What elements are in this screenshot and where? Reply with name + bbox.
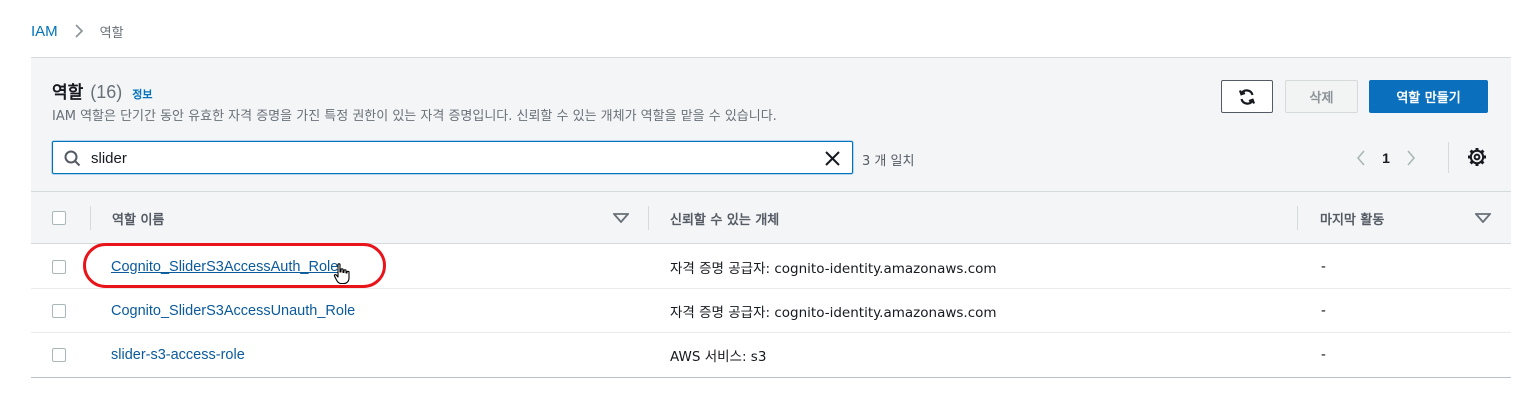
refresh-button[interactable]	[1221, 80, 1273, 113]
delete-button[interactable]: 삭제	[1285, 80, 1358, 113]
info-link[interactable]: 정보	[132, 86, 152, 102]
close-icon[interactable]	[824, 150, 841, 167]
divider	[90, 206, 91, 230]
row-checkbox[interactable]	[52, 348, 66, 362]
breadcrumb-iam-link[interactable]: IAM	[31, 23, 58, 40]
column-header-last-activity[interactable]: 마지막 활동	[1320, 192, 1384, 244]
match-count: 3 개 일치	[862, 154, 915, 169]
page-title: 역할	[52, 83, 84, 103]
refresh-icon	[1238, 88, 1256, 105]
chevron-right-icon[interactable]	[1403, 148, 1419, 168]
column-header-role-name[interactable]: 역할 이름	[112, 192, 164, 244]
select-all-checkbox[interactable]	[52, 211, 66, 225]
role-name-link[interactable]: slider-s3-access-role	[111, 333, 245, 377]
table-row: Cognito_SliderS3AccessUnauth_Role 자격 증명 …	[31, 289, 1511, 333]
last-activity: -	[1321, 347, 1326, 363]
trusted-entity: 자격 증명 공급자: cognito-identity.amazonaws.co…	[670, 305, 997, 321]
table-row: slider-s3-access-role AWS 서비스: s3 -	[31, 333, 1511, 377]
sort-caret-icon[interactable]	[1475, 213, 1491, 223]
gear-icon[interactable]	[1467, 147, 1487, 167]
sort-caret-icon[interactable]	[613, 213, 629, 223]
last-activity: -	[1321, 303, 1326, 319]
roles-table-container: 역할 (16) 정보 IAM 역할은 단기간 동안 유효한 자격 증명을 가진 …	[31, 57, 1511, 378]
trusted-entity: AWS 서비스: s3	[670, 349, 767, 365]
row-checkbox[interactable]	[52, 304, 66, 318]
page-number[interactable]: 1	[1369, 150, 1403, 166]
title-row: 역할 (16) 정보	[52, 78, 153, 103]
page-description: IAM 역할은 단기간 동안 유효한 자격 증명을 가진 특정 권한이 있는 자…	[52, 109, 777, 124]
breadcrumb: IAM 역할	[31, 20, 124, 42]
chevron-right-icon	[72, 24, 86, 38]
table-row: Cognito_SliderS3AccessAuth_Role 자격 증명 공급…	[31, 245, 1511, 289]
trusted-entity: 자격 증명 공급자: cognito-identity.amazonaws.co…	[670, 261, 997, 277]
breadcrumb-current: 역할	[99, 25, 124, 41]
search-field[interactable]	[52, 141, 853, 174]
divider	[1448, 142, 1449, 173]
role-name-link[interactable]: Cognito_SliderS3AccessUnauth_Role	[111, 289, 355, 333]
create-role-button[interactable]: 역할 만들기	[1369, 80, 1488, 113]
divider	[648, 206, 649, 230]
column-header-trusted-entity[interactable]: 신뢰할 수 있는 개체	[670, 192, 779, 244]
role-name-link[interactable]: Cognito_SliderS3AccessAuth_Role	[111, 245, 338, 289]
pagination: 1	[1353, 146, 1419, 170]
role-count: (16)	[90, 82, 123, 102]
search-icon	[64, 150, 81, 167]
divider	[1297, 206, 1298, 230]
last-activity: -	[1321, 259, 1326, 275]
table-header: 역할 이름 신뢰할 수 있는 개체 마지막 활동	[31, 191, 1511, 244]
chevron-left-icon[interactable]	[1353, 148, 1369, 168]
search-input[interactable]	[91, 147, 811, 169]
row-checkbox[interactable]	[52, 260, 66, 274]
